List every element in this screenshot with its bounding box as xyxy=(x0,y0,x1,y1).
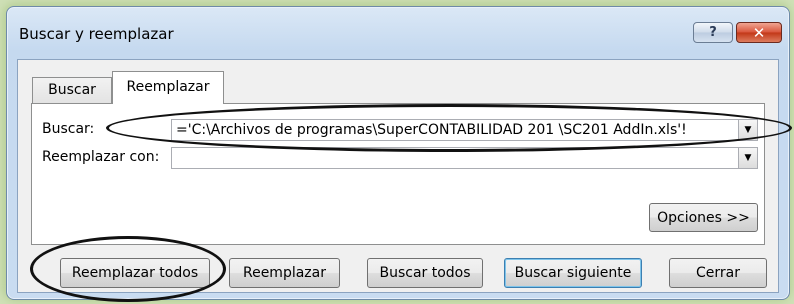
tab-reemplazar[interactable]: Reemplazar xyxy=(112,71,224,104)
close-button[interactable]: Cerrar xyxy=(669,258,767,288)
replace-button[interactable]: Reemplazar xyxy=(229,258,340,288)
tab-reemplazar-label: Reemplazar xyxy=(126,79,210,95)
find-dropdown-arrow[interactable]: ▼ xyxy=(738,120,757,140)
replace-field-label: Reemplazar con: xyxy=(42,149,160,165)
find-next-button[interactable]: Buscar siguiente xyxy=(504,258,642,288)
replace-all-button[interactable]: Reemplazar todos xyxy=(60,258,210,288)
help-button[interactable]: ? xyxy=(693,22,733,43)
find-field-label: Buscar: xyxy=(42,121,95,137)
close-icon: ✕ xyxy=(752,23,766,42)
tab-buscar[interactable]: Buscar xyxy=(32,77,112,103)
find-replace-dialog: Buscar y reemplazar ? ✕ Buscar Reemplaza… xyxy=(6,6,790,300)
replace-dropdown-arrow[interactable]: ▼ xyxy=(738,148,757,168)
close-window-button[interactable]: ✕ xyxy=(736,22,782,43)
dialog-client-area: Buscar Reemplazar Buscar: ='C:\Archivos … xyxy=(17,59,779,293)
chevron-down-icon: ▼ xyxy=(744,153,752,163)
title-bar[interactable]: Buscar y reemplazar ? ✕ xyxy=(7,7,789,59)
options-button[interactable]: Opciones >> xyxy=(649,203,758,232)
find-all-button[interactable]: Buscar todos xyxy=(367,258,483,288)
replace-combobox[interactable]: ▼ xyxy=(171,147,758,169)
question-mark-icon: ? xyxy=(709,25,717,40)
tab-buscar-label: Buscar xyxy=(48,82,96,98)
dialog-title: Buscar y reemplazar xyxy=(19,25,174,43)
find-input[interactable]: ='C:\Archivos de programas\SuperCONTABIL… xyxy=(176,122,687,138)
replace-tab-panel: Buscar: ='C:\Archivos de programas\Super… xyxy=(31,103,765,245)
find-combobox[interactable]: ='C:\Archivos de programas\SuperCONTABIL… xyxy=(171,119,758,141)
chevron-down-icon: ▼ xyxy=(744,125,752,135)
